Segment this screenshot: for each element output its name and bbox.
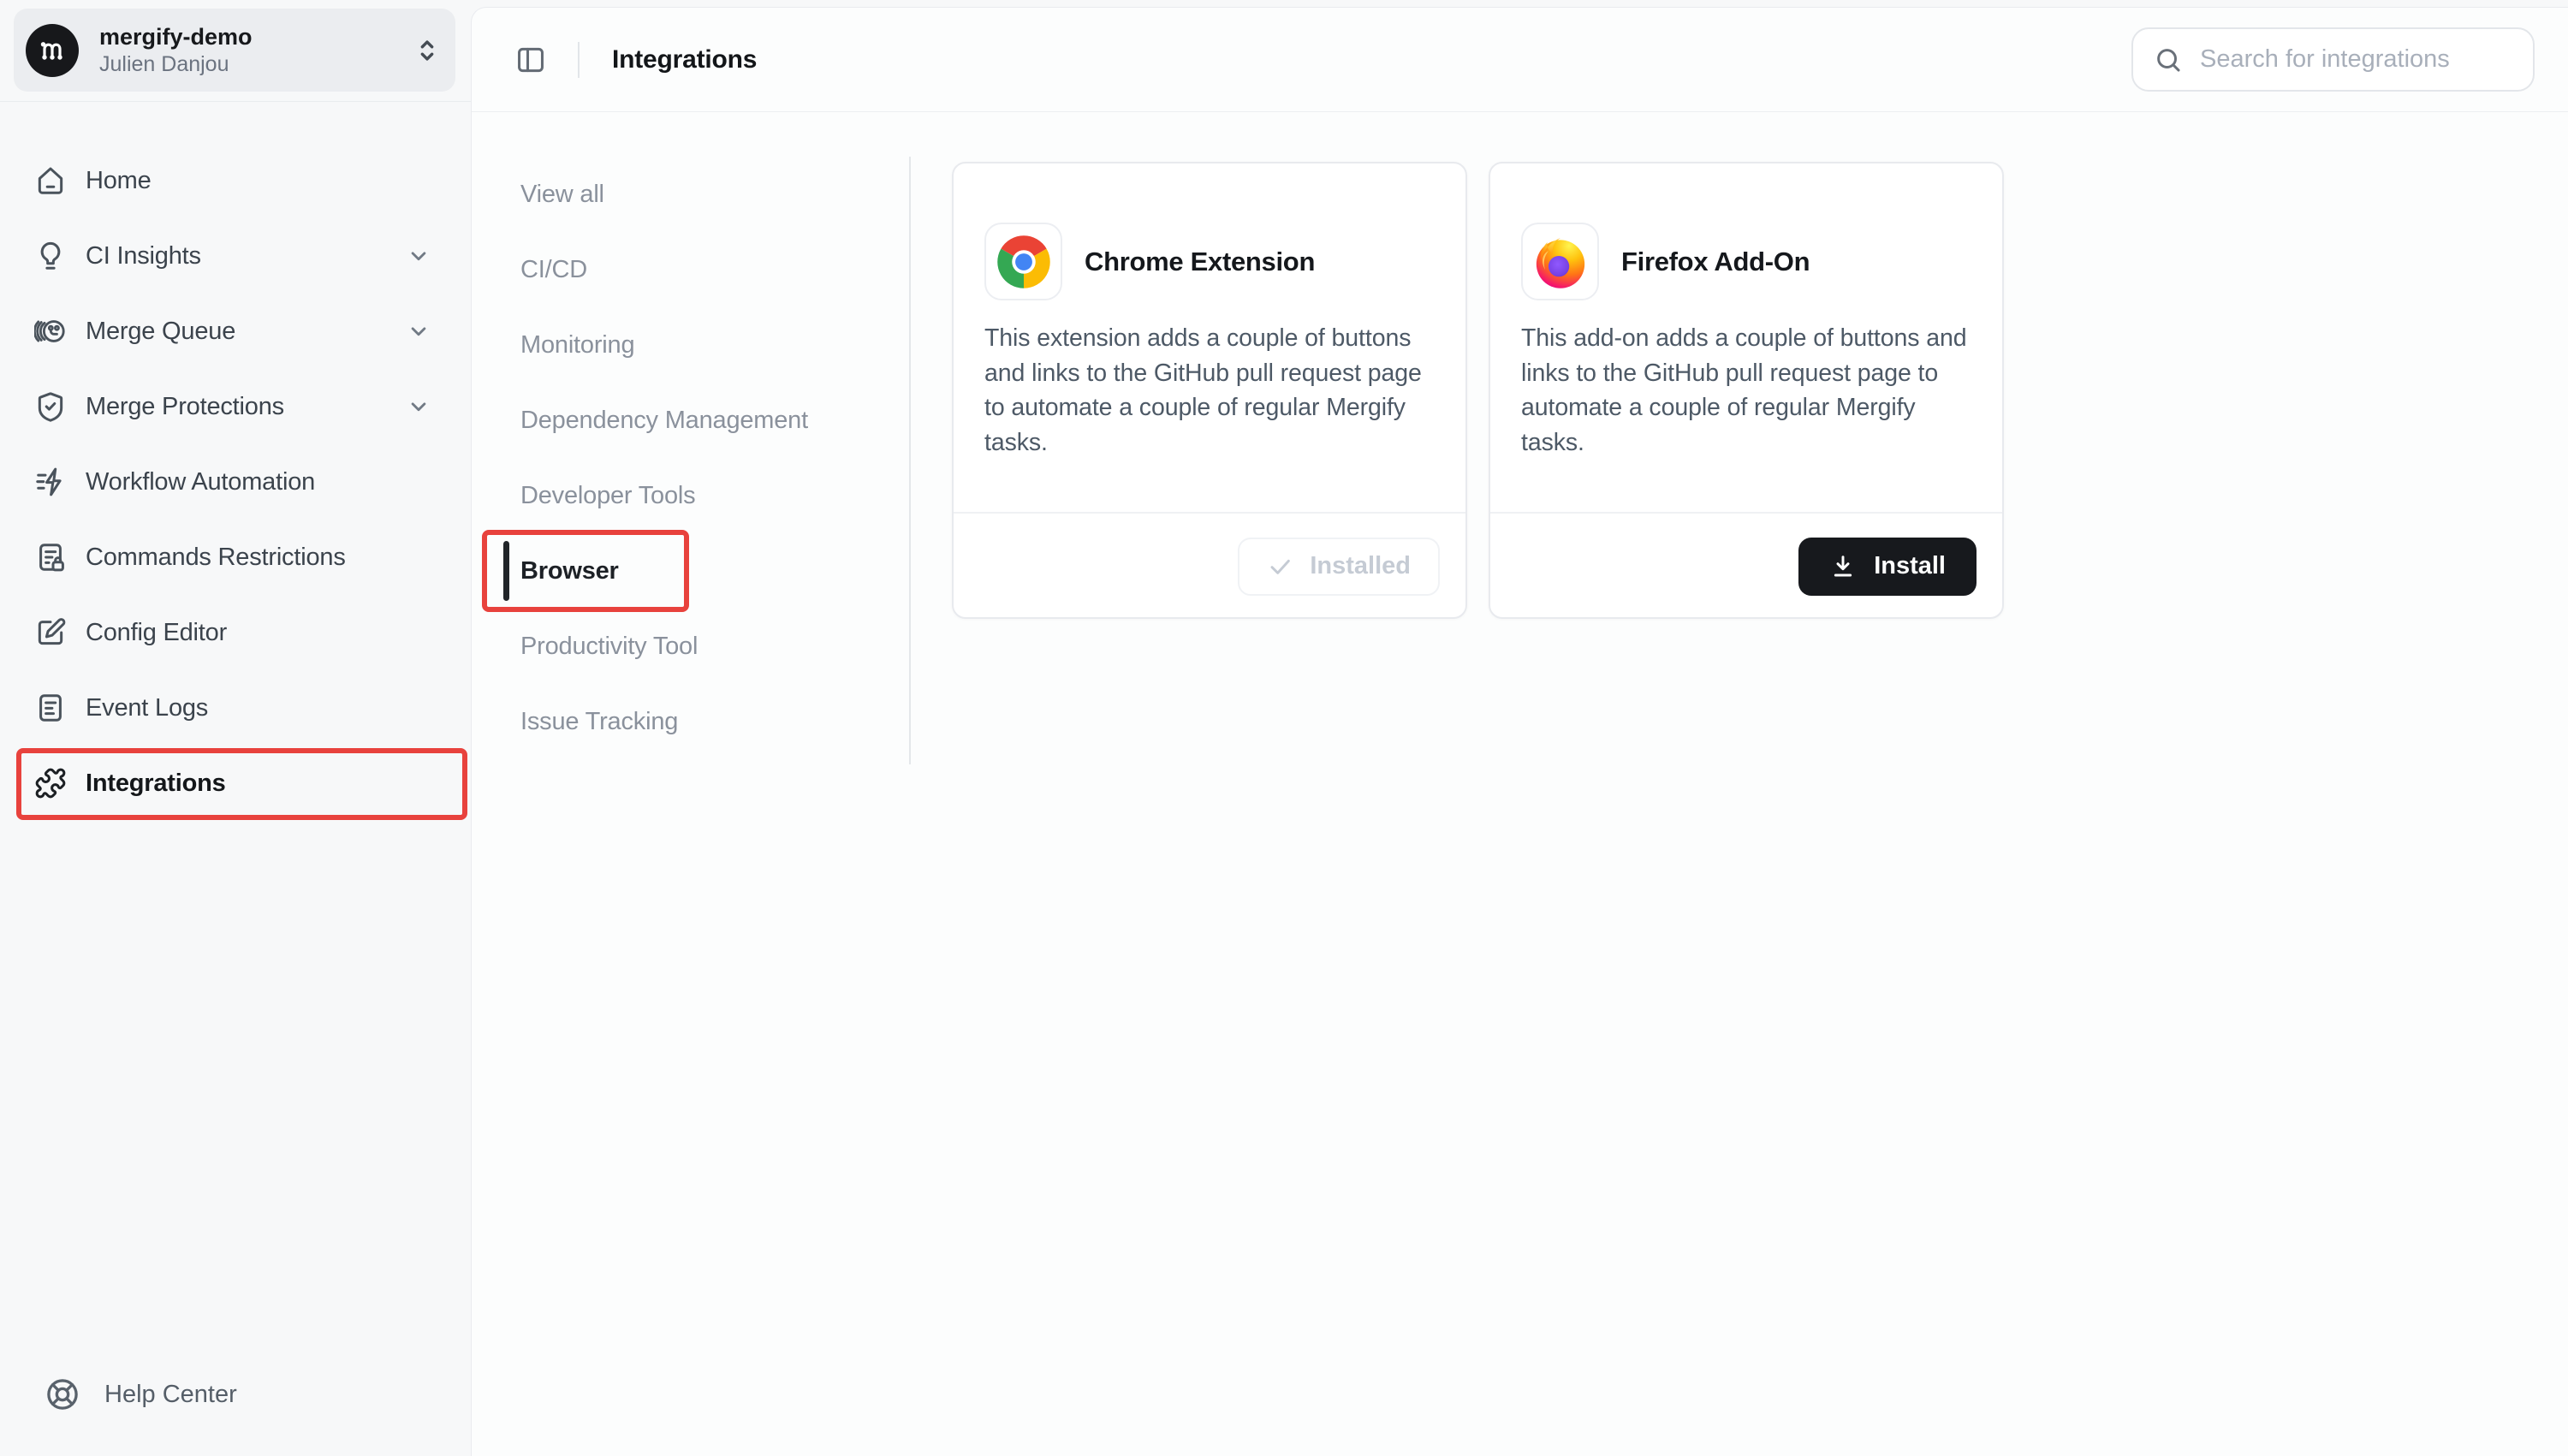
workflow-zap-icon xyxy=(34,466,67,498)
topbar-divider xyxy=(578,42,580,78)
workspace-avatar xyxy=(26,24,79,77)
sidebar-item-label: Config Editor xyxy=(86,619,227,647)
integrations-content: View all CI/CD Monitoring Dependency Man… xyxy=(472,112,2568,1456)
sidebar-item-label: Integrations xyxy=(86,770,226,798)
merge-queue-icon xyxy=(34,315,67,348)
square-pen-icon xyxy=(34,616,67,649)
category-browser[interactable]: Browser xyxy=(520,533,909,609)
sidebar-item-label: Event Logs xyxy=(86,694,208,722)
sidebar-nav: Home CI Insights xyxy=(0,146,471,824)
category-cicd[interactable]: CI/CD xyxy=(520,232,909,307)
sidebar-item-label: Workflow Automation xyxy=(86,468,315,496)
main-panel: Integrations View all CI/CD Monitoring D… xyxy=(471,7,2568,1456)
sidebar-item-merge-queue[interactable]: Merge Queue xyxy=(0,297,471,365)
card-chrome-extension: Chrome Extension This extension adds a c… xyxy=(952,162,1467,619)
sidebar-item-home[interactable]: Home xyxy=(0,146,471,215)
category-list: View all CI/CD Monitoring Dependency Man… xyxy=(520,157,911,764)
category-dependency-management[interactable]: Dependency Management xyxy=(520,383,909,458)
integration-cards: Chrome Extension This extension adds a c… xyxy=(952,162,2004,619)
chrome-logo-tile xyxy=(984,223,1062,300)
sidebar-item-label: Home xyxy=(86,167,152,195)
file-lines-icon xyxy=(34,692,67,724)
firefox-logo-tile xyxy=(1521,223,1599,300)
page-title: Integrations xyxy=(612,45,757,74)
topbar: Integrations xyxy=(472,8,2568,112)
installed-button: Installed xyxy=(1238,538,1440,596)
sidebar-item-commands-restrictions[interactable]: Commands Restrictions xyxy=(0,523,471,591)
install-button-label: Install xyxy=(1874,552,1946,580)
chrome-logo-icon xyxy=(996,235,1051,289)
search-box xyxy=(2131,27,2535,92)
installed-button-label: Installed xyxy=(1310,552,1411,580)
chevron-down-icon xyxy=(406,394,431,419)
search-input[interactable] xyxy=(2200,45,2525,74)
shield-check-icon xyxy=(34,390,67,423)
category-monitoring[interactable]: Monitoring xyxy=(520,307,909,383)
sidebar-item-workflow-automation[interactable]: Workflow Automation xyxy=(0,448,471,516)
sidebar: mergify-demo Julien Danjou Home xyxy=(0,0,471,1455)
category-productivity-tool[interactable]: Productivity Tool xyxy=(520,609,909,684)
sidebar-item-config-editor[interactable]: Config Editor xyxy=(0,598,471,667)
card-title: Chrome Extension xyxy=(1085,247,1315,277)
card-firefox-addon: Firefox Add-On This add-on adds a couple… xyxy=(1489,162,2004,619)
card-description: This extension adds a couple of buttons … xyxy=(984,321,1447,460)
sidebar-item-integrations[interactable]: Integrations xyxy=(0,749,471,817)
firefox-logo-icon xyxy=(1533,235,1588,289)
search-icon xyxy=(2154,45,2183,74)
card-footer: Install xyxy=(1490,512,2002,619)
category-issue-tracking[interactable]: Issue Tracking xyxy=(520,684,909,759)
sidebar-item-label: Commands Restrictions xyxy=(86,544,346,572)
card-description: This add-on adds a couple of buttons and… xyxy=(1521,321,1983,460)
card-title: Firefox Add-On xyxy=(1621,247,1810,277)
puzzle-icon xyxy=(34,767,67,799)
sidebar-header-divider xyxy=(0,101,471,102)
sidebar-item-event-logs[interactable]: Event Logs xyxy=(0,674,471,742)
card-footer: Installed xyxy=(954,512,1465,619)
workspace-selector[interactable]: mergify-demo Julien Danjou xyxy=(14,9,455,92)
install-button[interactable]: Install xyxy=(1798,538,1977,596)
chevron-down-icon xyxy=(406,318,431,344)
sidebar-toggle-icon[interactable] xyxy=(514,44,547,76)
sidebar-item-merge-protections[interactable]: Merge Protections xyxy=(0,372,471,441)
lifebuoy-icon xyxy=(45,1376,80,1412)
download-icon xyxy=(1829,553,1857,580)
file-lock-icon xyxy=(34,541,67,573)
lightbulb-icon xyxy=(34,240,67,272)
category-view-all[interactable]: View all xyxy=(520,157,909,232)
mergify-logo-icon xyxy=(35,33,69,68)
home-icon xyxy=(34,164,67,197)
sidebar-item-label: CI Insights xyxy=(86,242,201,270)
workspace-user: Julien Danjou xyxy=(99,51,253,78)
sidebar-item-ci-insights[interactable]: CI Insights xyxy=(0,222,471,290)
sidebar-item-label: Merge Protections xyxy=(86,393,284,421)
help-center-link[interactable]: Help Center xyxy=(45,1374,237,1415)
check-icon xyxy=(1267,553,1294,580)
help-center-label: Help Center xyxy=(104,1381,237,1409)
category-developer-tools[interactable]: Developer Tools xyxy=(520,458,909,533)
workspace-name: mergify-demo xyxy=(99,23,253,51)
chevrons-up-down-icon xyxy=(413,36,442,65)
sidebar-item-label: Merge Queue xyxy=(86,318,235,346)
chevron-down-icon xyxy=(406,243,431,269)
